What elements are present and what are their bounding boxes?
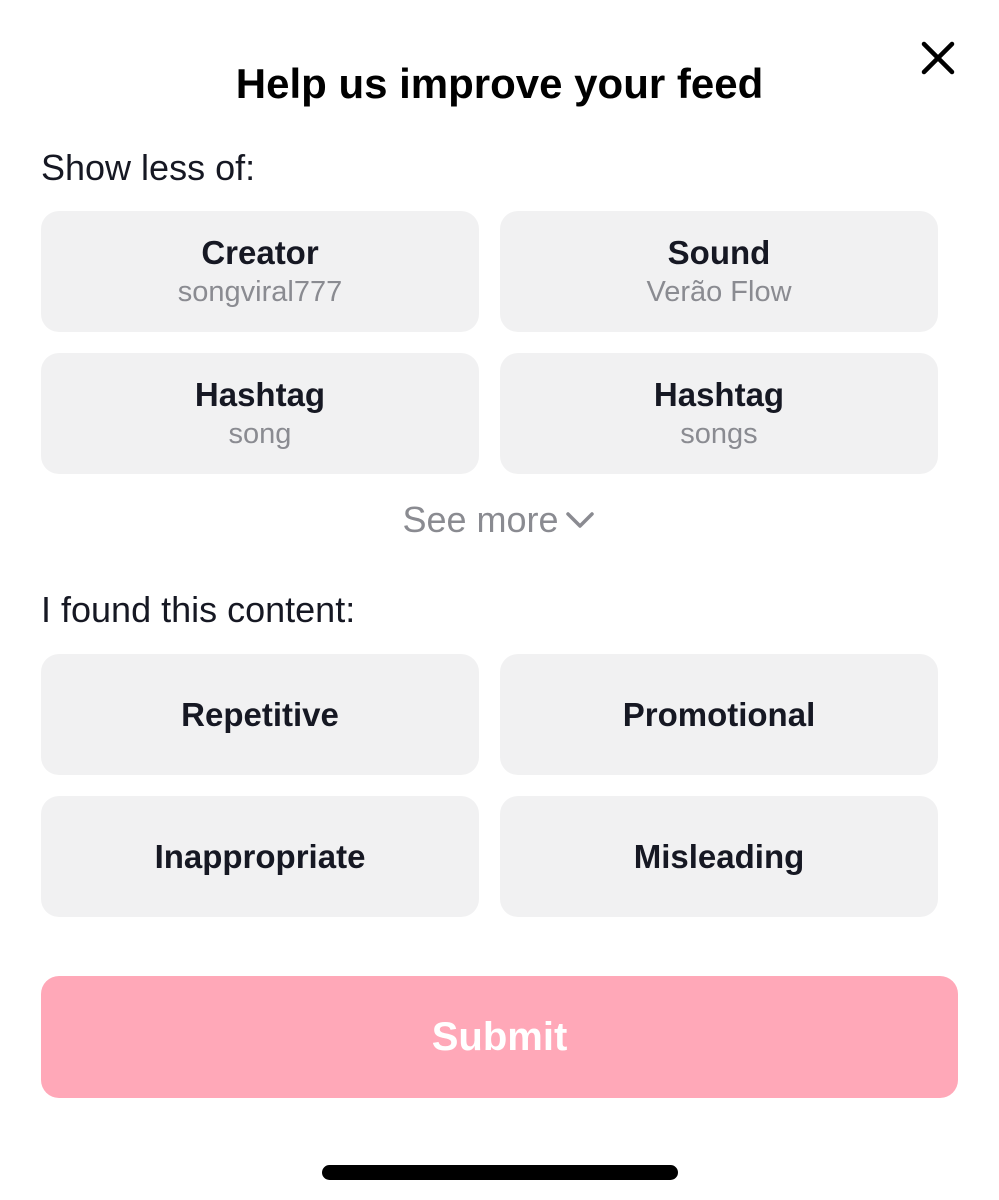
show-less-label: Show less of: xyxy=(41,147,256,188)
option-type: Creator xyxy=(201,233,319,271)
reason-inappropriate[interactable]: Inappropriate xyxy=(41,796,479,917)
home-indicator[interactable] xyxy=(322,1165,678,1180)
close-icon xyxy=(921,41,955,75)
option-hashtag-song[interactable]: Hashtag song xyxy=(41,353,479,474)
see-more-button[interactable]: See more xyxy=(0,496,999,544)
sheet-title: Help us improve your feed xyxy=(235,60,764,107)
option-hashtag-songs[interactable]: Hashtag songs xyxy=(500,353,938,474)
submit-button[interactable]: Submit xyxy=(41,976,958,1098)
reason-promotional[interactable]: Promotional xyxy=(500,654,938,775)
see-more-label: See more xyxy=(402,499,559,540)
reason-label: Misleading xyxy=(633,837,805,875)
close-button[interactable] xyxy=(914,34,962,82)
reason-label: Repetitive xyxy=(181,695,339,733)
chevron-down-icon xyxy=(565,512,594,528)
found-content-label: I found this content: xyxy=(41,589,356,630)
reason-label: Promotional xyxy=(622,695,816,733)
option-value: song xyxy=(228,417,292,450)
option-creator[interactable]: Creator songviral777 xyxy=(41,211,479,332)
option-value: songviral777 xyxy=(177,275,343,308)
reason-repetitive[interactable]: Repetitive xyxy=(41,654,479,775)
reason-label: Inappropriate xyxy=(154,837,366,875)
option-sound[interactable]: Sound Verão Flow xyxy=(500,211,938,332)
option-type: Hashtag xyxy=(653,375,785,413)
reason-misleading[interactable]: Misleading xyxy=(500,796,938,917)
option-type: Sound xyxy=(667,233,771,271)
option-value: songs xyxy=(680,417,758,450)
option-type: Hashtag xyxy=(194,375,326,413)
option-value: Verão Flow xyxy=(646,275,792,308)
feedback-sheet: Help us improve your feed Show less of: … xyxy=(0,0,999,1200)
